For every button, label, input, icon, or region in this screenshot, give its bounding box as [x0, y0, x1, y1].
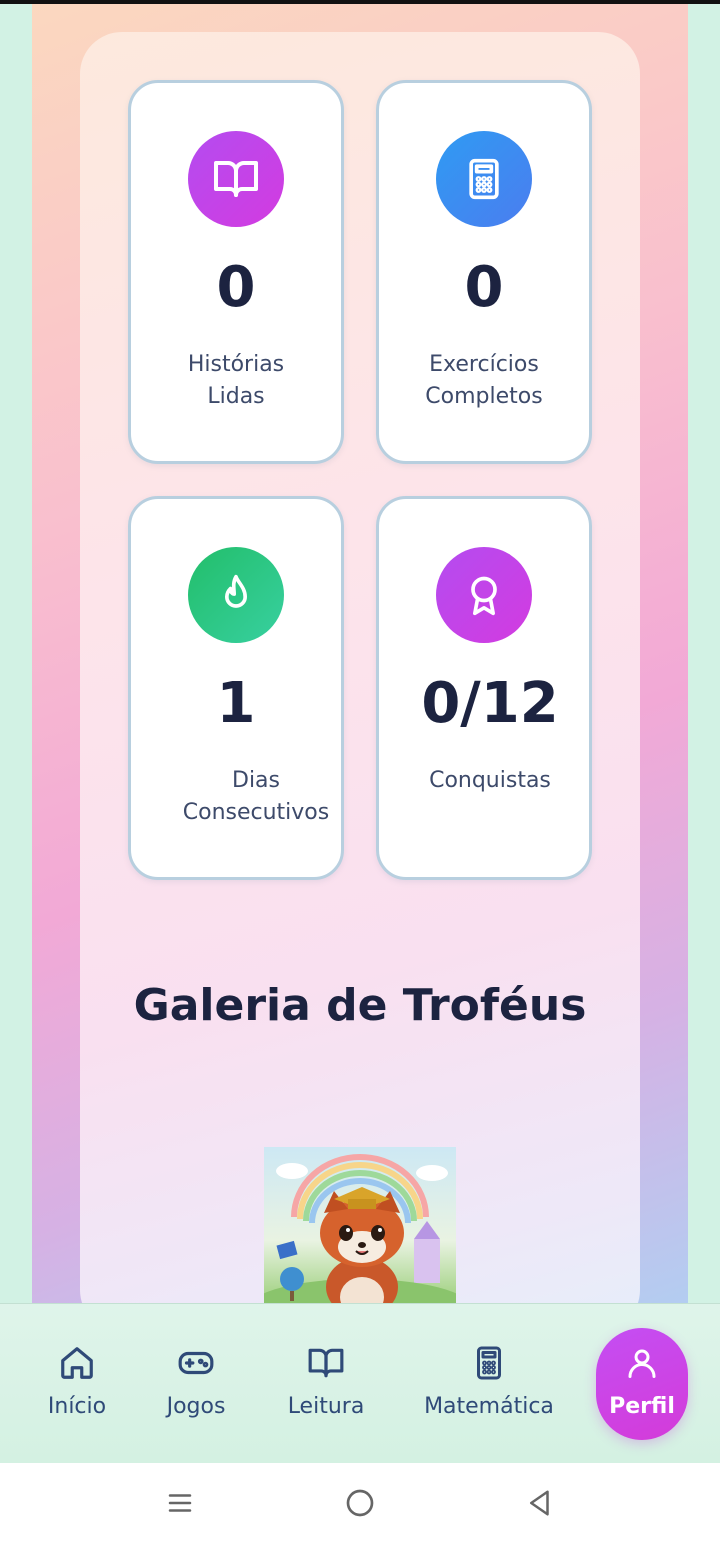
stat-card-streak: 1 Dias Consecutivos: [128, 496, 344, 880]
award-icon: [436, 547, 532, 643]
user-icon: [624, 1344, 660, 1386]
system-navigation-bar: [0, 1463, 720, 1543]
stat-label: Dias Consecutivos: [182, 768, 330, 825]
stat-value: 1: [216, 671, 256, 736]
nav-label: Início: [47, 1394, 107, 1419]
stat-value: 0: [464, 255, 504, 320]
book-open-icon: [188, 131, 284, 227]
stat-value: 0: [216, 255, 256, 320]
calculator-icon: [471, 1344, 507, 1386]
menu-icon[interactable]: [160, 1485, 200, 1521]
nav-games[interactable]: Jogos: [160, 1344, 232, 1434]
nav-label: Perfil: [609, 1394, 675, 1419]
stat-card-stories: 0 Histórias Lidas: [128, 80, 344, 464]
status-bar-edge: [0, 0, 720, 4]
stat-value: 0/12: [421, 671, 559, 736]
home-icon: [58, 1344, 96, 1386]
stat-card-exercises: 0 Exercícios Completos: [376, 80, 592, 464]
flame-icon: [188, 547, 284, 643]
red-panda-trophy-image[interactable]: [264, 1147, 456, 1303]
back-icon[interactable]: [520, 1485, 560, 1521]
nav-label: Leitura: [287, 1394, 365, 1419]
nav-reading[interactable]: Leitura: [284, 1344, 368, 1434]
calculator-icon: [436, 131, 532, 227]
nav-profile[interactable]: Perfil: [596, 1328, 688, 1440]
nav-label: Jogos: [166, 1394, 226, 1419]
stat-card-achievements: 0/12 Conquistas: [376, 496, 592, 880]
stat-label: Conquistas: [429, 768, 551, 793]
nav-home[interactable]: Início: [44, 1344, 110, 1434]
home-circle-icon[interactable]: [340, 1485, 380, 1521]
stat-label: Histórias Lidas: [187, 352, 285, 409]
nav-label: Matemática: [424, 1394, 554, 1419]
bottom-navigation: Início Jogos Leitura Matemática Perfil: [0, 1303, 720, 1463]
nav-math[interactable]: Matemática: [418, 1344, 560, 1434]
book-open-icon: [306, 1344, 346, 1386]
stat-label: Exercícios Completos: [425, 352, 543, 409]
gamepad-icon: [176, 1344, 216, 1386]
trophy-gallery-title: Galeria de Troféus: [133, 980, 587, 1031]
